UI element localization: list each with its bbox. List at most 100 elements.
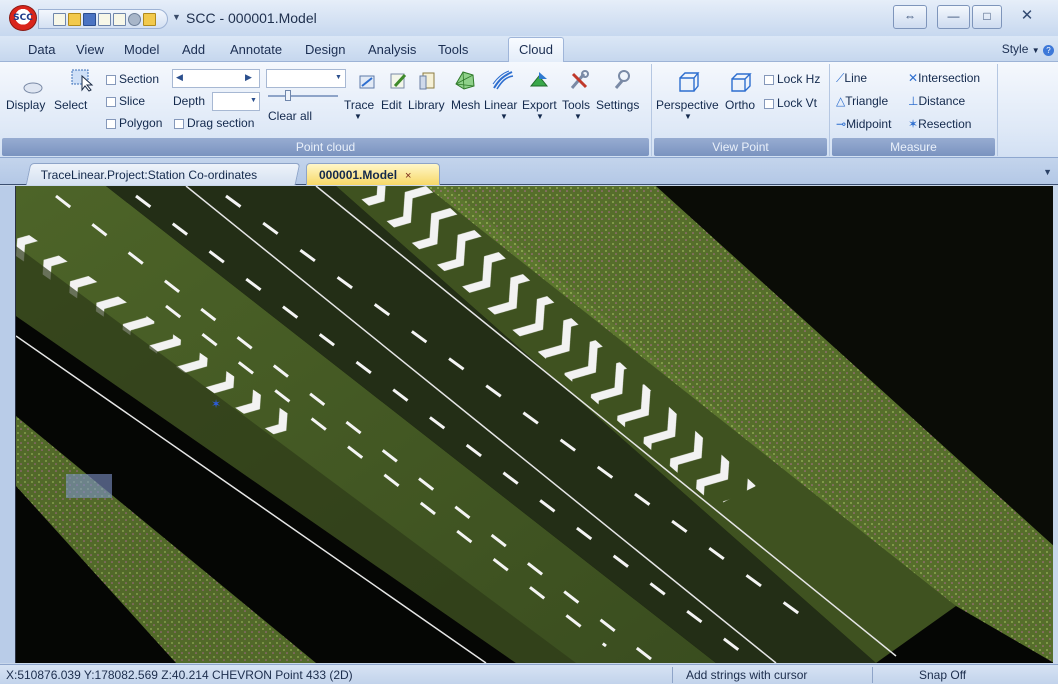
polygon-label: Polygon — [119, 116, 163, 130]
doc-tab-station-coordinates[interactable]: TraceLinear.Project:Station Co-ordinates — [25, 163, 301, 185]
resection-label: Resection — [918, 117, 972, 131]
group-view-point: Perspective ▼ Ortho Lock Hz Lock Vt View… — [652, 64, 830, 156]
linear-button[interactable]: Linear — [484, 98, 517, 112]
minimize-button[interactable]: — — [937, 5, 970, 29]
trace-icon — [359, 75, 375, 89]
folder-icon[interactable] — [143, 12, 156, 26]
drag-section-checkbox[interactable] — [174, 119, 184, 129]
left-arrow-icon[interactable]: ◀ — [176, 72, 183, 83]
depth-label: Depth — [173, 94, 206, 108]
doc-tab-label: TraceLinear.Project:Station Co-ordinates — [40, 168, 258, 182]
maximize-button[interactable]: □ — [972, 5, 1002, 29]
clear-all-button[interactable]: Clear all — [268, 109, 312, 123]
ribbon: Display Select Section Slice Polygon ◀ ▶… — [0, 62, 1058, 158]
measure-line-button[interactable]: ⟋Line — [836, 71, 867, 86]
menu-tab-view[interactable]: View — [76, 42, 104, 57]
tools-button[interactable]: Tools — [562, 98, 590, 112]
window-title: SCC - 000001.Model — [186, 10, 317, 26]
select-cursor-icon — [71, 69, 94, 92]
measure-midpoint-button[interactable]: ⊸Midpoint — [836, 117, 891, 131]
menu-tab-analysis[interactable]: Analysis — [368, 42, 416, 57]
pointcloud-viewport[interactable]: ✶ — [15, 186, 1053, 663]
midpoint-icon: ⊸ — [836, 117, 847, 131]
menu-tab-annotate[interactable]: Annotate — [230, 42, 282, 57]
slice-checkbox[interactable] — [106, 97, 116, 107]
point-size-slider[interactable] — [268, 95, 338, 97]
chevron-down-icon: ▼ — [500, 112, 508, 121]
measure-intersection-button[interactable]: ✕Intersection — [908, 71, 980, 85]
lock-vt-checkbox[interactable] — [764, 99, 774, 109]
distance-label: Distance — [918, 94, 966, 108]
menu-tab-cloud[interactable]: Cloud — [508, 37, 564, 62]
style-menu[interactable]: Style ▼ ? — [1002, 42, 1054, 56]
app-logo-text: SCC — [13, 13, 33, 23]
midpoint-label: Midpoint — [846, 117, 892, 131]
settings-icon — [614, 70, 630, 89]
right-arrow-icon[interactable]: ▶ — [245, 72, 252, 83]
restore-special-button[interactable]: ⇔ — [893, 5, 927, 29]
measure-triangle-button[interactable]: △Triangle — [836, 94, 888, 108]
new-file-icon[interactable] — [53, 12, 66, 26]
open-folder-icon[interactable] — [68, 12, 81, 26]
close-icon[interactable]: × — [405, 170, 411, 182]
drag-section-label: Drag section — [187, 116, 255, 130]
chevron-down-icon: ▼ — [536, 112, 544, 121]
status-hint: Add strings with cursor — [686, 668, 808, 682]
settings-button[interactable]: Settings — [596, 98, 639, 112]
chevron-down-icon: ▼ — [250, 97, 257, 104]
menu-tab-add[interactable]: Add — [182, 42, 205, 57]
library-button[interactable]: Library — [408, 98, 445, 112]
display-cloud-icon — [23, 82, 43, 94]
status-snap[interactable]: Snap Off — [919, 668, 966, 682]
display-button[interactable]: Display — [6, 98, 45, 112]
style-label: Style — [1001, 42, 1029, 56]
intersection-label: Intersection — [918, 71, 981, 85]
group-label-point-cloud: Point cloud — [2, 138, 649, 156]
section-checkbox[interactable] — [106, 75, 116, 85]
undo-icon[interactable] — [128, 12, 141, 26]
chevron-down-icon: ▼ — [335, 74, 342, 81]
ortho-button[interactable]: Ortho — [725, 98, 755, 112]
lock-hz-checkbox[interactable] — [764, 75, 774, 85]
qat-dropdown-icon[interactable]: ▼ — [172, 12, 181, 22]
status-divider — [872, 667, 873, 683]
help-icon[interactable]: ? — [1043, 45, 1054, 56]
mesh-icon — [455, 71, 475, 90]
doc-tab-model[interactable]: 000001.Model × — [306, 163, 440, 185]
save-as-icon[interactable] — [98, 12, 111, 26]
document-tab-bar: TraceLinear.Project:Station Co-ordinates… — [0, 158, 1058, 185]
display-dropdown[interactable]: ▼ — [266, 69, 346, 88]
section-label: Section — [119, 72, 160, 86]
edit-icon — [390, 73, 407, 89]
measure-resection-button[interactable]: ✶Resection — [908, 117, 971, 131]
quick-access-toolbar — [38, 9, 168, 29]
chevron-down-icon: ▼ — [1031, 46, 1040, 55]
status-bar: X:510876.039 Y:178082.569 Z:40.214 CHEVR… — [0, 664, 1058, 684]
mesh-button[interactable]: Mesh — [451, 98, 480, 112]
section-spinner[interactable]: ◀ ▶ — [172, 69, 260, 88]
save-icon[interactable] — [83, 12, 96, 26]
slider-thumb[interactable] — [285, 90, 291, 101]
slice-label: Slice — [119, 94, 146, 108]
depth-dropdown[interactable]: ▼ — [212, 92, 260, 111]
distance-icon: ⊥ — [908, 94, 919, 108]
close-button[interactable]: ✕ — [1004, 5, 1050, 29]
chevron-down-icon: ▼ — [574, 112, 582, 121]
chevron-down-icon: ▼ — [684, 112, 692, 121]
menu-tab-model[interactable]: Model — [124, 42, 159, 57]
group-label-measure: Measure — [832, 138, 995, 156]
polygon-checkbox[interactable] — [106, 119, 116, 129]
select-button[interactable]: Select — [54, 98, 87, 112]
menu-tab-design[interactable]: Design — [305, 42, 345, 57]
perspective-button[interactable]: Perspective — [656, 98, 719, 112]
trace-button[interactable]: Trace — [344, 98, 374, 112]
measure-distance-button[interactable]: ⊥Distance — [908, 94, 965, 108]
tab-list-dropdown-icon[interactable]: ▼ — [1043, 167, 1052, 177]
export-button[interactable]: Export — [522, 98, 557, 112]
print-icon[interactable] — [113, 12, 126, 26]
app-logo-button[interactable]: SCC — [9, 5, 37, 31]
edit-button[interactable]: Edit — [381, 98, 402, 112]
menu-tab-tools[interactable]: Tools — [438, 42, 468, 57]
menu-tab-data[interactable]: Data — [28, 42, 55, 57]
ortho-icon — [731, 73, 752, 92]
